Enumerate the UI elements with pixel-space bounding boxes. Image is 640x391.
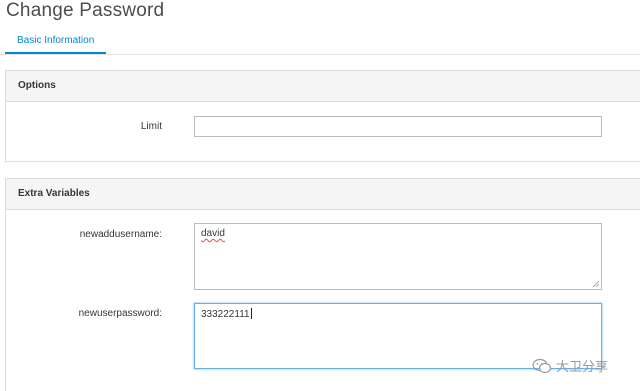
newuserpassword-label: newuserpassword:	[78, 308, 162, 319]
page-title: Change Password	[6, 0, 165, 21]
limit-input[interactable]	[194, 116, 602, 137]
options-panel: Options Limit	[5, 70, 640, 162]
tab-basic-information[interactable]: Basic Information	[5, 30, 107, 54]
newaddusername-value: david	[201, 228, 225, 239]
tab-bar: Basic Information	[0, 30, 640, 55]
wechat-bubble-icon	[532, 358, 552, 373]
resize-grip-icon[interactable]	[593, 281, 599, 287]
watermark-text: 大卫分享	[556, 359, 609, 374]
newuserpassword-value: 333222111	[201, 309, 250, 320]
extra-variables-panel-header: Extra Variables	[6, 179, 640, 210]
limit-label: Limit	[140, 121, 162, 132]
newaddusername-textarea[interactable]: david	[194, 223, 602, 290]
text-caret	[250, 308, 252, 319]
options-panel-header: Options	[6, 71, 640, 102]
newaddusername-label: newaddusername:	[79, 229, 162, 240]
watermark: 大卫分享	[532, 356, 608, 375]
